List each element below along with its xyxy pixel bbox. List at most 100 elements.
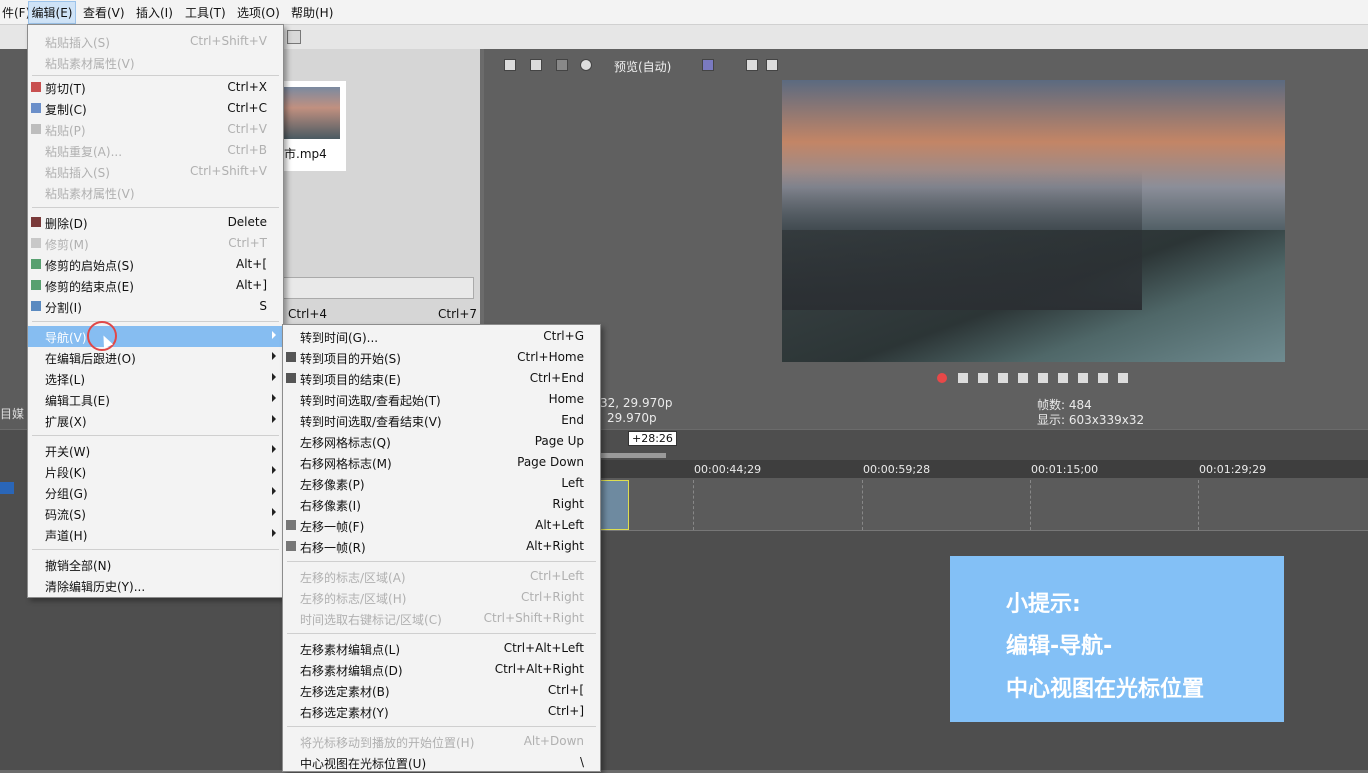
help-icon[interactable]	[287, 30, 301, 44]
menu-item-trim[interactable]: 修剪(M) Ctrl+T	[28, 233, 283, 254]
menu-edit[interactable]: 编辑(E)	[28, 1, 76, 24]
menu-item-trim-end[interactable]: 修剪的结束点(E) Alt+]	[28, 275, 283, 296]
nav-marker-region-left[interactable]: 左移的标志/区域(A) Ctrl+Left	[283, 566, 600, 587]
preview-save-icon[interactable]	[766, 59, 778, 71]
video-preview-frame[interactable]	[782, 80, 1285, 362]
record-icon[interactable]	[937, 373, 947, 383]
nav-selected-clip-left[interactable]: 左移选定素材(B) Ctrl+[	[283, 680, 600, 701]
menu-item-edit-tools[interactable]: 编辑工具(E)	[28, 389, 283, 410]
split-icon	[31, 301, 41, 311]
play-icon[interactable]	[998, 373, 1008, 383]
menu-help[interactable]: 帮助(H)	[291, 4, 333, 21]
menu-insert[interactable]: 插入(I)	[136, 4, 173, 21]
nav-frame-right[interactable]: 右移一帧(R) Alt+Right	[283, 536, 600, 557]
menu-item-copy[interactable]: 复制(C) Ctrl+C	[28, 98, 283, 119]
preview-eye-icon[interactable]	[556, 59, 568, 71]
go-end-icon[interactable]	[1078, 373, 1088, 383]
menu-options[interactable]: 选项(O)	[237, 4, 280, 21]
menu-item-paste-insert[interactable]: 粘贴插入(S) Ctrl+Shift+V	[28, 161, 283, 182]
menu-item-clear-history[interactable]: 清除编辑历史(Y)...	[28, 575, 283, 596]
nav-go-to-selection-end[interactable]: 转到时间选取/查看结束(V) End	[283, 410, 600, 431]
nav-clip-edit-point-right[interactable]: 右移素材编辑点(D) Ctrl+Alt+Right	[283, 659, 600, 680]
prev-frame-icon[interactable]	[1098, 373, 1108, 383]
preview-settings-icon[interactable]	[504, 59, 516, 71]
menu-file[interactable]: 件(F)	[2, 4, 30, 21]
menubar: 件(F) 编辑(E) 查看(V) 插入(I) 工具(T) 选项(O) 帮助(H)	[0, 0, 1368, 25]
tip-line-2: 编辑-导航-	[1006, 634, 1113, 659]
pause-icon[interactable]	[1018, 373, 1028, 383]
menu-item-split[interactable]: 分割(I) S	[28, 296, 283, 317]
menu-item-select[interactable]: 选择(L)	[28, 368, 283, 389]
menu-separator	[287, 726, 596, 727]
preview-grid-icon[interactable]	[702, 59, 714, 71]
go-start-icon[interactable]	[1058, 373, 1068, 383]
nav-go-to-project-start[interactable]: 转到项目的开始(S) Ctrl+Home	[283, 347, 600, 368]
video-clip[interactable]	[600, 480, 629, 530]
menu-item-undo-all[interactable]: 撤销全部(N)	[28, 554, 283, 575]
loop-region-bar[interactable]	[600, 453, 666, 458]
video-track[interactable]	[600, 478, 1368, 531]
menu-item-navigation[interactable]: 导航(V)	[28, 326, 283, 347]
timeline-marker-label[interactable]: +28:26	[628, 431, 677, 446]
menu-item-extend[interactable]: 扩展(X)	[28, 410, 283, 431]
menu-tools[interactable]: 工具(T)	[185, 4, 226, 21]
preview-monitor-icon[interactable]	[530, 59, 542, 71]
trim-end-icon	[31, 280, 41, 290]
tip-line-3: 中心视图在光标位置	[1006, 677, 1205, 702]
preview-record-icon[interactable]	[580, 59, 592, 71]
submenu-arrow-icon	[272, 466, 276, 474]
menu-item-follow-after-edit[interactable]: 在编辑后跟进(O)	[28, 347, 283, 368]
menu-item-cut[interactable]: 剪切(T) Ctrl+X	[28, 77, 283, 98]
menu-item-paste-attributes-top[interactable]: 粘贴素材属性(V)	[28, 52, 283, 73]
preview-copy-icon[interactable]	[746, 59, 758, 71]
preview-info-left-2: 29.970p	[607, 411, 657, 425]
nav-go-to-time[interactable]: 转到时间(G)... Ctrl+G	[283, 326, 600, 347]
menu-item-switches[interactable]: 开关(W)	[28, 440, 283, 461]
menu-item-take[interactable]: 片段(K)	[28, 461, 283, 482]
nav-frame-left[interactable]: 左移一帧(F) Alt+Left	[283, 515, 600, 536]
nav-selected-clip-right[interactable]: 右移选定素材(Y) Ctrl+]	[283, 701, 600, 722]
preview-display-size: 显示: 603x339x32	[1037, 413, 1145, 427]
nav-grid-marker-left[interactable]: 左移网格标志(Q) Page Up	[283, 431, 600, 452]
play-from-start-icon[interactable]	[978, 373, 988, 383]
paste-icon	[31, 124, 41, 134]
left-pane-tab[interactable]: 目媒	[0, 405, 24, 422]
menu-item-paste-insert-top[interactable]: 粘贴插入(S) Ctrl+Shift+V	[28, 31, 283, 52]
menu-item-paste-attributes[interactable]: 粘贴素材属性(V)	[28, 182, 283, 203]
nav-go-to-project-end[interactable]: 转到项目的结束(E) Ctrl+End	[283, 368, 600, 389]
next-frame-icon[interactable]	[1118, 373, 1128, 383]
submenu-arrow-icon	[272, 508, 276, 516]
loop-icon[interactable]	[958, 373, 968, 383]
navigation-submenu: 转到时间(G)... Ctrl+G 转到项目的开始(S) Ctrl+Home 转到项…	[282, 324, 601, 772]
menu-separator	[32, 75, 279, 76]
go-end-icon	[286, 373, 296, 383]
nav-clip-edit-point-left[interactable]: 左移素材编辑点(L) Ctrl+Alt+Left	[283, 638, 600, 659]
menu-item-channels[interactable]: 声道(H)	[28, 524, 283, 545]
submenu-arrow-icon	[272, 487, 276, 495]
nav-grid-marker-right[interactable]: 右移网格标志(M) Page Down	[283, 452, 600, 473]
media-thumb-card[interactable]: 市.mp4	[282, 81, 346, 171]
nav-pixel-right[interactable]: 右移像素(I) Right	[283, 494, 600, 515]
stop-icon[interactable]	[1038, 373, 1048, 383]
media-search-field[interactable]	[282, 277, 474, 299]
track-number-badge	[0, 482, 14, 494]
menu-item-group[interactable]: 分组(G)	[28, 482, 283, 503]
nav-go-to-selection-start[interactable]: 转到时间选取/查看起始(T) Home	[283, 389, 600, 410]
nav-pixel-left[interactable]: 左移像素(P) Left	[283, 473, 600, 494]
edit-menu: 粘贴插入(S) Ctrl+Shift+V 粘贴素材属性(V) 剪切(T) Ctrl+…	[27, 24, 284, 598]
menu-item-paste-repeat[interactable]: 粘贴重复(A)... Ctrl+B	[28, 140, 283, 161]
preview-quality-dropdown[interactable]: 预览(自动)	[614, 58, 671, 75]
menu-view[interactable]: 查看(V)	[83, 4, 125, 21]
menu-item-paste[interactable]: 粘贴(P) Ctrl+V	[28, 119, 283, 140]
submenu-arrow-icon	[272, 445, 276, 453]
menu-separator	[32, 321, 279, 322]
menu-item-delete[interactable]: 删除(D) Delete	[28, 212, 283, 233]
submenu-arrow-icon	[272, 352, 276, 360]
nav-marker-region-right[interactable]: 左移的标志/区域(H) Ctrl+Right	[283, 587, 600, 608]
menu-item-trim-start[interactable]: 修剪的启始点(S) Alt+[	[28, 254, 283, 275]
menu-item-stream[interactable]: 码流(S)	[28, 503, 283, 524]
city-image-skyline	[782, 170, 1142, 310]
preview-toolbar: 预览(自动)	[484, 52, 1368, 78]
nav-cursor-to-playback-start[interactable]: 将光标移动到播放的开始位置(H) Alt+Down	[283, 731, 600, 752]
nav-selection-right-marker[interactable]: 时间选取右键标记/区域(C) Ctrl+Shift+Right	[283, 608, 600, 629]
